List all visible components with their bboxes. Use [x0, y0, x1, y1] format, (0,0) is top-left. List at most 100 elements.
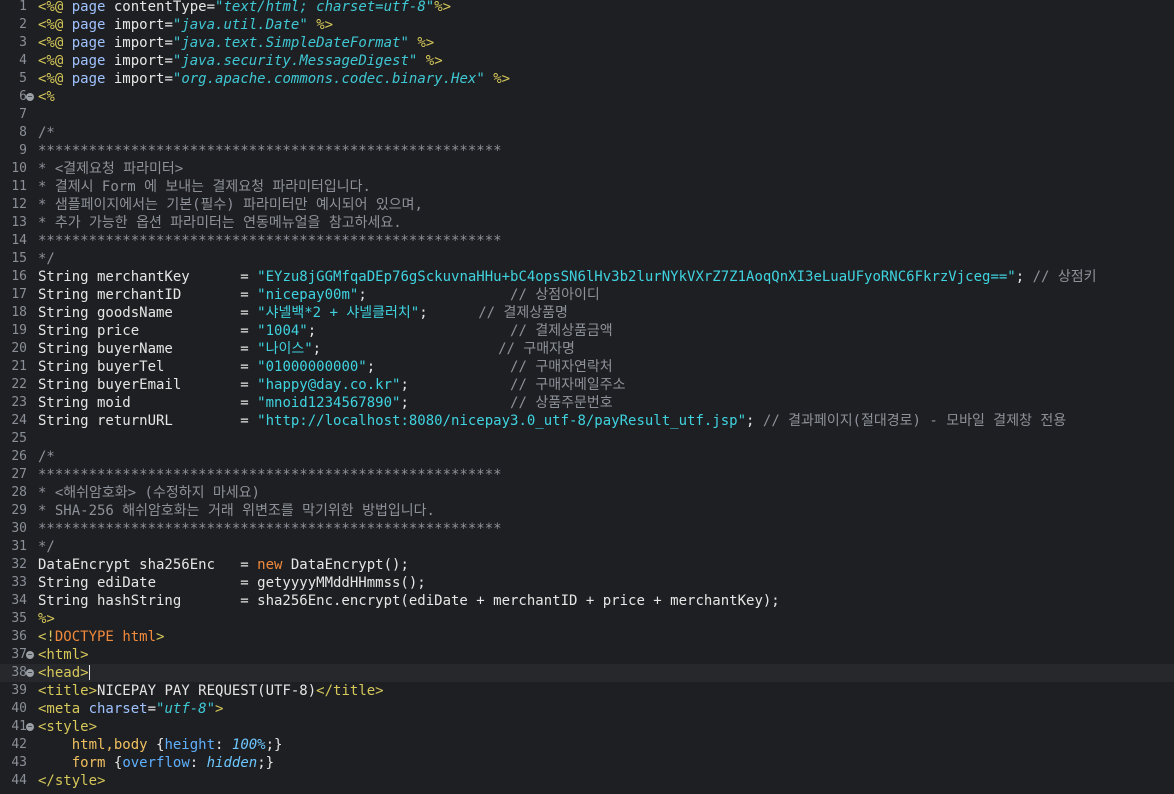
code-token: "java.text.SimpleDateFormat" — [172, 35, 409, 51]
code-token: ;} — [265, 737, 283, 753]
line-number: 24 — [11, 413, 27, 428]
code-line[interactable]: 3 <%@ page import="java.text.SimpleDateFo… — [0, 34, 1174, 52]
code-text: <meta charset="utf-8"> — [38, 700, 223, 718]
text-caret — [88, 665, 90, 680]
code-token: </title> — [316, 683, 384, 699]
code-text: <html> — [38, 646, 89, 664]
code-line[interactable]: 5 <%@ page import="org.apache.commons.cod… — [0, 70, 1174, 88]
code-line[interactable]: 12 * 샘플페이지에서는 기본(필수) 파라미터만 예시되어 있으며, — [0, 196, 1174, 214]
code-token: : — [189, 755, 207, 771]
code-line[interactable]: 40 <meta charset="utf-8"> — [0, 700, 1174, 718]
code-line[interactable]: 25 — [0, 430, 1174, 448]
code-text: String hashString = sha256Enc.encrypt(ed… — [38, 592, 780, 610]
code-token: ****************************************… — [38, 467, 502, 483]
code-token: > — [156, 629, 165, 645]
code-line[interactable]: 23 String moid = "mnoid1234567890"; // 상품… — [0, 394, 1174, 412]
code-line[interactable]: 1 <%@ page contentType="text/html; charse… — [0, 0, 1174, 16]
fold-toggle-icon[interactable]: − — [26, 669, 34, 677]
code-line[interactable]: 20 String buyerName = "나이스"; // 구매자명 — [0, 340, 1174, 358]
code-text: String buyerName = "나이스"; // 구매자명 — [38, 340, 575, 358]
code-token: // 구매자메일주소 — [510, 377, 626, 393]
line-number: 18 — [11, 305, 27, 320]
fold-toggle-icon[interactable]: − — [26, 651, 34, 659]
code-line[interactable]: 14 **************************************… — [0, 232, 1174, 250]
code-line[interactable]: 11 * 결제시 Form 에 보내는 결제요청 파라미터입니다. — [0, 178, 1174, 196]
code-token: <! — [38, 629, 55, 645]
code-token: page — [71, 17, 114, 33]
code-token: // 상품주문번호 — [510, 395, 613, 411]
code-token: import= — [113, 71, 173, 87]
code-token: "utf-8" — [156, 701, 216, 717]
code-token: String moid = — [38, 395, 258, 411]
code-text: html,body {height: 100%;} — [38, 736, 283, 754]
code-line[interactable]: 24 String returnURL = "http://localhost:8… — [0, 412, 1174, 430]
line-number: 6 — [19, 89, 27, 104]
code-line[interactable]: 44 </style> — [0, 772, 1174, 790]
code-line[interactable]: 33 String ediDate = getyyyyMMddHHmmss(); — [0, 574, 1174, 592]
code-line[interactable]: 26 /* — [0, 448, 1174, 466]
code-line[interactable]: 28 * <해쉬암호화> (수정하지 마세요) — [0, 484, 1174, 502]
code-line[interactable]: 38− <head> — [0, 664, 1174, 682]
code-line[interactable]: 9 ***************************************… — [0, 142, 1174, 160]
code-text: <!DOCTYPE html> — [38, 628, 164, 646]
code-line[interactable]: 31 */ — [0, 538, 1174, 556]
code-editor[interactable]: 1 <%@ page contentType="text/html; charse… — [0, 0, 1174, 794]
code-line[interactable]: 36 <!DOCTYPE html> — [0, 628, 1174, 646]
code-token: ; — [400, 377, 511, 393]
code-line[interactable]: 4 <%@ page import="java.security.MessageD… — [0, 52, 1174, 70]
code-token: <%@ — [38, 53, 72, 69]
code-line[interactable]: 16 String merchantKey = "EYzu8jGGMfqaDEp7… — [0, 268, 1174, 286]
code-text: String buyerTel = "01000000000"; // 구매자연… — [38, 358, 613, 376]
code-line[interactable]: 8 /* — [0, 124, 1174, 142]
fold-toggle-icon[interactable]: − — [26, 723, 34, 731]
code-token: <%@ — [38, 0, 72, 15]
code-line[interactable]: 27 **************************************… — [0, 466, 1174, 484]
code-line[interactable]: 2 <%@ page import="java.util.Date" %> — [0, 16, 1174, 34]
code-token: <%@ — [38, 35, 72, 51]
code-line[interactable]: 32 DataEncrypt sha256Enc = new DataEncryp… — [0, 556, 1174, 574]
code-line[interactable]: 19 String price = "1004"; // 결제상품금액 — [0, 322, 1174, 340]
code-line[interactable]: 43 form {overflow: hidden;} — [0, 754, 1174, 772]
code-token: * <결제요청 파라미터> — [38, 161, 184, 177]
line-number: 21 — [11, 359, 27, 374]
fold-toggle-icon[interactable]: − — [26, 93, 34, 101]
code-text: %> — [38, 610, 55, 628]
code-token: %> — [493, 71, 511, 87]
code-token: String buyerEmail = — [38, 377, 258, 393]
code-token: "나이스" — [257, 341, 313, 357]
code-line[interactable]: 42 html,body {height: 100%;} — [0, 736, 1174, 754]
code-line[interactable]: 29 * SHA-256 해쉬암호화는 거래 위변조를 막기위한 방법입니다. — [0, 502, 1174, 520]
code-line[interactable]: 37− <html> — [0, 646, 1174, 664]
code-line[interactable]: 34 String hashString = sha256Enc.encrypt(… — [0, 592, 1174, 610]
line-number: 44 — [11, 773, 27, 788]
code-line[interactable]: 22 String buyerEmail = "happy@day.co.kr";… — [0, 376, 1174, 394]
code-line[interactable]: 13 * 추가 가능한 옵션 파라미터는 연동메뉴얼을 참고하세요. — [0, 214, 1174, 232]
line-number: 39 — [11, 683, 27, 698]
code-text: <title>NICEPAY PAY REQUEST(UTF-8)</title… — [38, 682, 384, 700]
code-text: <%@ page import="java.util.Date" %> — [38, 16, 333, 34]
code-line[interactable]: 18 String goodsName = "샤넬백*2 + 샤넬클러치"; //… — [0, 304, 1174, 322]
code-line[interactable]: 39 <title>NICEPAY PAY REQUEST(UTF-8)</tit… — [0, 682, 1174, 700]
code-line[interactable]: 41− <style> — [0, 718, 1174, 736]
code-token: "happy@day.co.kr" — [257, 377, 401, 393]
code-line[interactable]: 10 * <결제요청 파라미터> — [0, 160, 1174, 178]
code-line[interactable]: 6− <% — [0, 88, 1174, 106]
code-line[interactable]: 35 %> — [0, 610, 1174, 628]
code-line[interactable]: 21 String buyerTel = "01000000000"; // 구매… — [0, 358, 1174, 376]
code-line[interactable]: 17 String merchantID = "nicepay00m"; // 상… — [0, 286, 1174, 304]
code-token: String returnURL = — [38, 413, 258, 429]
code-token: form — [71, 755, 114, 771]
code-text: String moid = "mnoid1234567890"; // 상품주문… — [38, 394, 613, 412]
line-number: 25 — [11, 431, 27, 446]
code-token: */ — [38, 251, 55, 267]
code-token: // 결제상품명 — [478, 305, 568, 321]
line-number: 43 — [11, 755, 27, 770]
code-token: String buyerName = — [38, 341, 258, 357]
code-line[interactable]: 7 — [0, 106, 1174, 124]
code-text: <%@ page import="java.text.SimpleDateFor… — [38, 34, 434, 52]
code-token: "01000000000" — [257, 359, 367, 375]
code-line[interactable]: 15 */ — [0, 250, 1174, 268]
code-line[interactable]: 30 **************************************… — [0, 520, 1174, 538]
code-text: <% — [38, 88, 55, 106]
